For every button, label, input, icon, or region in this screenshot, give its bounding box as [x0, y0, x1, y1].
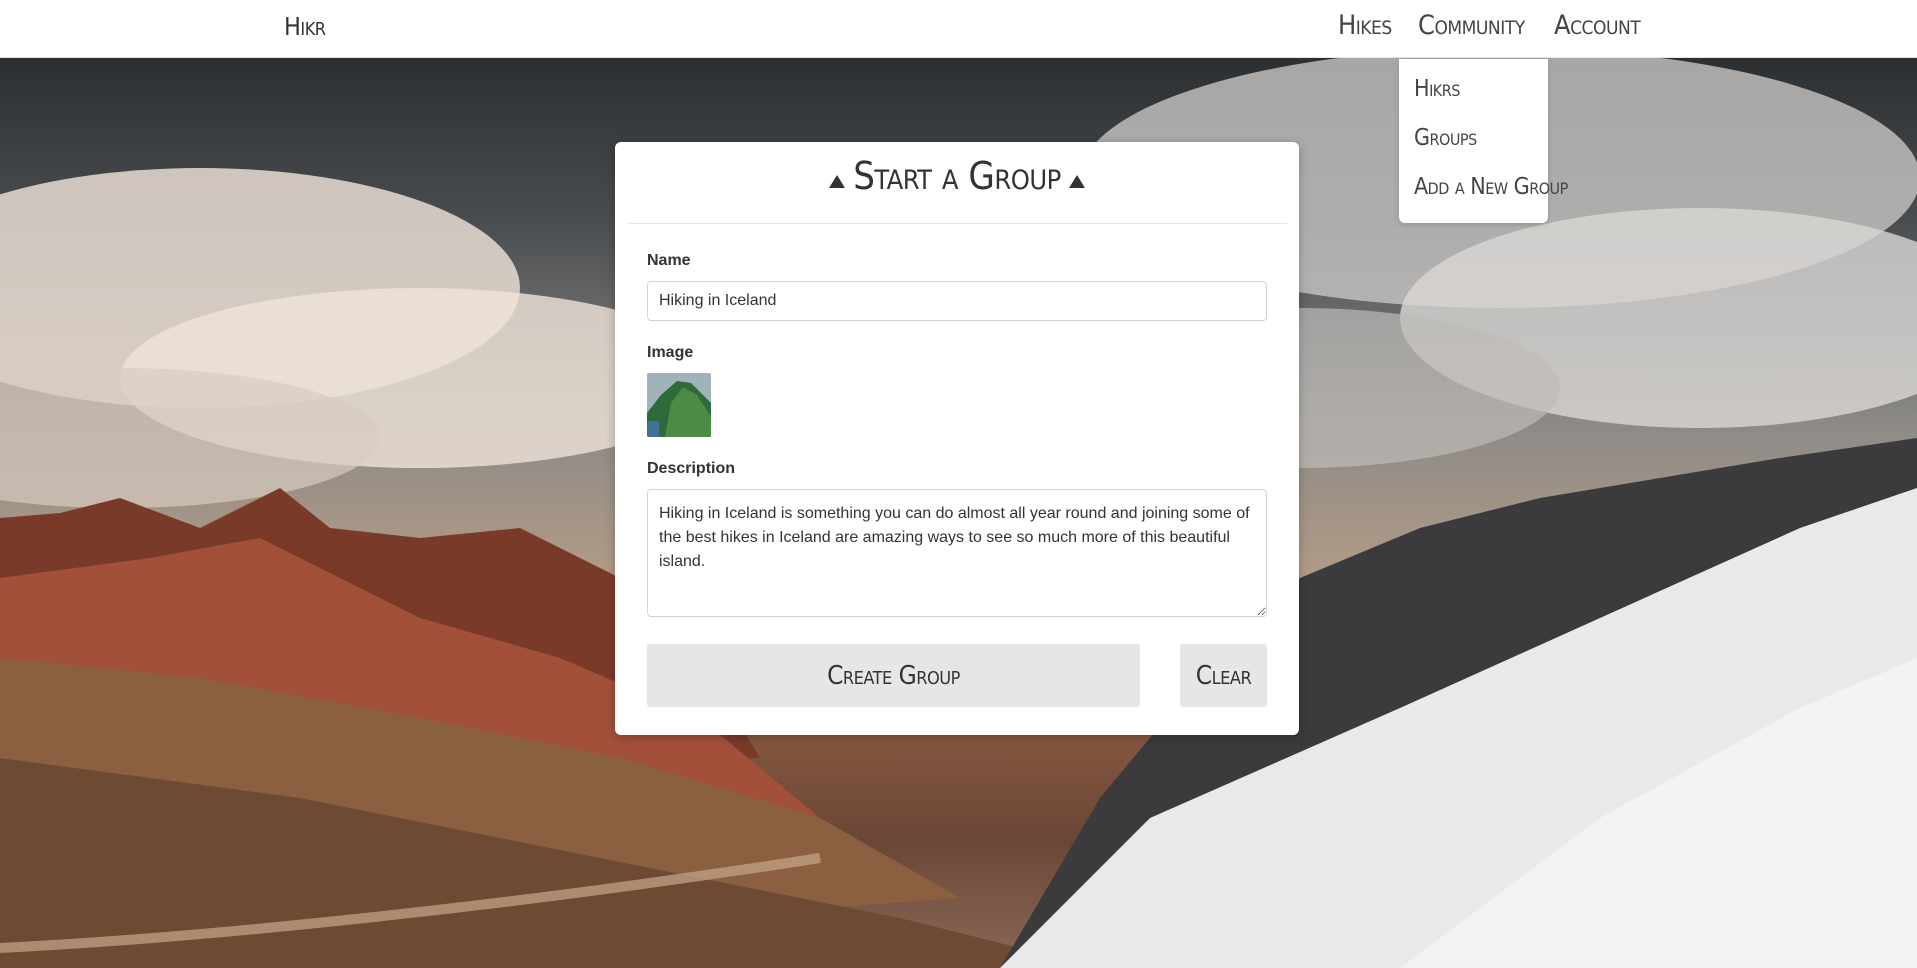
dropdown-item-add-new-group[interactable]: Add a New Group [1414, 174, 1568, 200]
nav-link-account[interactable]: Account [1554, 10, 1641, 41]
dropdown-item-hikrs[interactable]: Hikrs [1414, 76, 1460, 102]
community-dropdown-menu: Hikrs Groups Add a New Group [1399, 59, 1568, 223]
mountain-triangle-icon [1068, 175, 1085, 189]
mountain-triangle-icon [829, 175, 846, 189]
create-group-button[interactable]: Create Group [647, 644, 1140, 707]
clear-button[interactable]: Clear [1180, 644, 1267, 707]
description-label: Description [647, 460, 736, 477]
image-label: Image [647, 344, 694, 361]
top-navbar: Hikr Hikes Community Account [0, 0, 1917, 58]
brand-logo-link[interactable]: Hikr [284, 12, 326, 41]
dropdown-item-groups[interactable]: Groups [1414, 125, 1477, 151]
name-label: Name [647, 252, 691, 269]
description-textarea[interactable]: Hiking in Iceland is something you can d… [647, 489, 1267, 617]
nav-link-hikes[interactable]: Hikes [1338, 10, 1392, 41]
group-image-thumbnail[interactable] [647, 373, 711, 437]
form-header: Start a Group [627, 142, 1287, 224]
nav-link-community[interactable]: Community [1418, 10, 1525, 41]
name-input[interactable] [647, 281, 1267, 321]
start-group-form-card: Start a Group Name Image Description Hik… [615, 142, 1299, 735]
form-title: Start a Group [853, 154, 1061, 198]
